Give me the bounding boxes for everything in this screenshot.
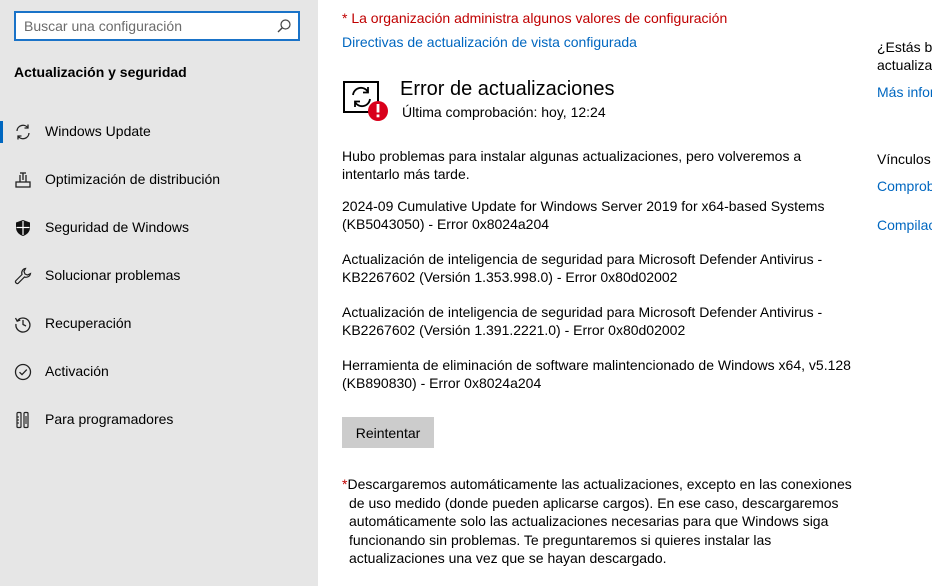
related-panel: ¿Estás bu actualizac Más infor Vínculos … bbox=[877, 0, 932, 586]
footnote-line: funcionando sin problemas. Te preguntare… bbox=[349, 531, 772, 548]
footnote-line: actualizaciones una vez que se hayan des… bbox=[349, 550, 667, 566]
footnote-line: Descargaremos automáticamente las actual… bbox=[347, 476, 852, 492]
sidebar-item-label: Optimización de distribución bbox=[45, 171, 221, 187]
sidebar-item-recovery[interactable]: Recuperación bbox=[0, 300, 318, 348]
message-line: KB2267602 (Versión 1.353.998.0) - Error … bbox=[342, 269, 678, 285]
search-input[interactable] bbox=[24, 13, 274, 39]
metered-connection-footnote: *Descargaremos automáticamente las actua… bbox=[342, 475, 852, 568]
message-line: Hubo problemas para instalar algunas act… bbox=[342, 148, 802, 164]
message-line: intentarlo más tarde. bbox=[342, 166, 470, 182]
sidebar: Actualización y seguridad Windows Update… bbox=[0, 0, 318, 586]
message-line: Herramienta de eliminación de software m… bbox=[342, 357, 851, 373]
search-box[interactable] bbox=[14, 11, 300, 41]
failed-update-item: Actualización de inteligencia de segurid… bbox=[342, 303, 852, 339]
failed-update-item: Herramienta de eliminación de software m… bbox=[342, 356, 852, 392]
wrench-icon bbox=[14, 267, 32, 285]
check-circle-icon bbox=[14, 363, 32, 381]
message-line: KB2267602 (Versión 1.391.2221.0) - Error… bbox=[342, 322, 686, 338]
sidebar-item-label: Activación bbox=[45, 363, 109, 379]
sidebar-item-label: Para programadores bbox=[45, 411, 174, 427]
message-line: Actualización de inteligencia de segurid… bbox=[342, 304, 823, 320]
links-heading: Vínculos bbox=[877, 151, 931, 167]
search-icon[interactable] bbox=[276, 18, 292, 34]
question-text: actualizac bbox=[877, 57, 932, 73]
developer-tools-icon bbox=[16, 411, 29, 429]
footnote-line: automáticamente solo las actualizaciones… bbox=[349, 513, 829, 529]
shield-icon bbox=[16, 220, 30, 236]
status-title: Error de actualizaciones bbox=[400, 78, 615, 100]
related-link[interactable]: Comprob bbox=[877, 177, 932, 195]
more-info-link[interactable]: Más infor bbox=[877, 83, 932, 101]
sidebar-nav: Windows Update Optimización de distribuc… bbox=[0, 108, 318, 444]
sidebar-item-windows-update[interactable]: Windows Update bbox=[0, 108, 318, 156]
sidebar-item-developers[interactable]: Para programadores bbox=[0, 396, 318, 444]
message-line: (KB890830) - Error 0x8024a204 bbox=[342, 375, 542, 391]
retry-button[interactable]: Reintentar bbox=[342, 417, 434, 448]
sync-icon bbox=[16, 124, 30, 140]
history-icon bbox=[14, 317, 31, 333]
org-managed-warning: * La organización administra algunos val… bbox=[342, 10, 728, 26]
last-check-text: Última comprobación: hoy, 12:24 bbox=[402, 104, 606, 120]
sidebar-item-label: Windows Update bbox=[45, 123, 151, 139]
configured-policies-link[interactable]: Directivas de actualización de vista con… bbox=[342, 34, 637, 50]
failed-update-item: Actualización de inteligencia de segurid… bbox=[342, 250, 852, 286]
message-line: 2024-09 Cumulative Update for Windows Se… bbox=[342, 198, 825, 214]
sidebar-item-label: Solucionar problemas bbox=[45, 267, 181, 283]
active-indicator bbox=[0, 121, 3, 143]
message-line: (KB5043050) - Error 0x8024a204 bbox=[342, 216, 550, 232]
sidebar-item-label: Recuperación bbox=[45, 315, 132, 331]
failed-update-item: 2024-09 Cumulative Update for Windows Se… bbox=[342, 197, 852, 233]
sidebar-item-troubleshoot[interactable]: Solucionar problemas bbox=[0, 252, 318, 300]
message-line: Actualización de inteligencia de segurid… bbox=[342, 251, 823, 267]
footnote-line: de uso medido (donde pueden aplicarse ca… bbox=[349, 494, 839, 511]
delivery-optimization-icon bbox=[15, 172, 31, 188]
sidebar-item-delivery-optimization[interactable]: Optimización de distribución bbox=[0, 156, 318, 204]
section-title: Actualización y seguridad bbox=[14, 64, 187, 80]
update-error-icon bbox=[343, 81, 388, 121]
sidebar-item-label: Seguridad de Windows bbox=[45, 219, 189, 235]
sidebar-item-activation[interactable]: Activación bbox=[0, 348, 318, 396]
related-link[interactable]: Compilac bbox=[877, 216, 932, 234]
question-text: ¿Estás bu bbox=[877, 39, 932, 55]
error-message: Hubo problemas para instalar algunas act… bbox=[342, 147, 852, 183]
sidebar-item-windows-security[interactable]: Seguridad de Windows bbox=[0, 204, 318, 252]
main-content: * La organización administra algunos val… bbox=[318, 0, 858, 586]
